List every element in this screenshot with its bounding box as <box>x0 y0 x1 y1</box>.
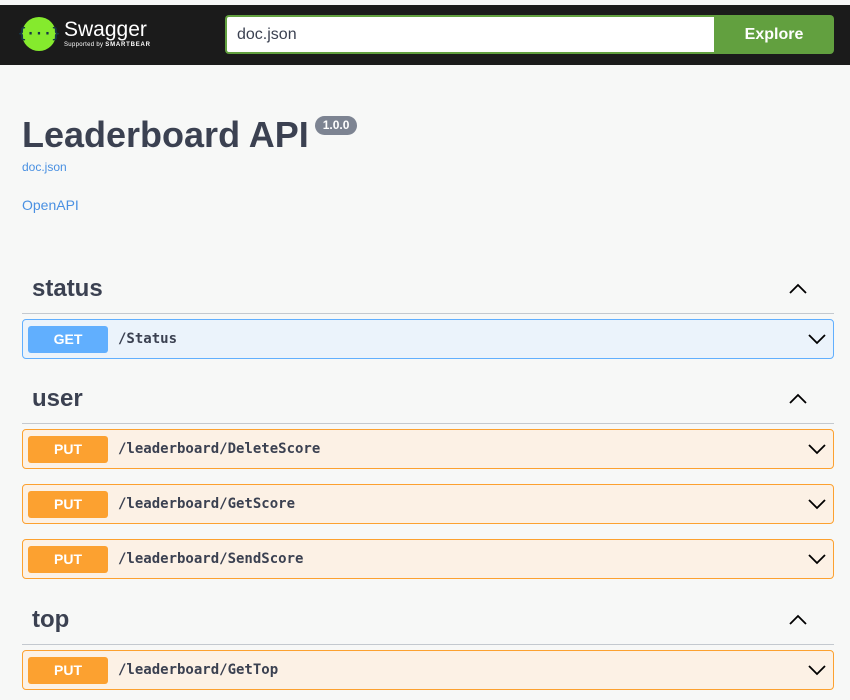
operation-put-getscore[interactable]: PUT /leaderboard/GetScore <box>22 484 834 524</box>
operation-path: /leaderboard/GetScore <box>118 496 296 512</box>
tag-header-user[interactable]: user <box>22 375 834 424</box>
tag-name: status <box>32 275 103 302</box>
chevron-down-icon[interactable] <box>808 333 826 345</box>
chevron-up-icon[interactable] <box>788 614 808 626</box>
operation-put-sendscore[interactable]: PUT /leaderboard/SendScore <box>22 539 834 579</box>
logo-name: Swagger <box>64 18 147 41</box>
logo-tagline-brand: SMARTBEAR <box>105 42 151 48</box>
logo-tagline-prefix: Supported by <box>64 42 104 48</box>
operation-path: /leaderboard/SendScore <box>118 551 304 567</box>
method-badge: PUT <box>28 435 108 463</box>
chevron-up-icon[interactable] <box>788 283 808 295</box>
method-badge: PUT <box>28 656 108 684</box>
spec-url-form: Explore <box>225 15 834 54</box>
title-row: Leaderboard API 1.0.0 <box>22 114 358 155</box>
page-title: Leaderboard API <box>22 114 309 155</box>
tag-header-top[interactable]: top <box>22 596 834 645</box>
chevron-down-icon[interactable] <box>808 498 826 510</box>
logo-text: Swagger Supported by SMARTBEAR <box>64 19 151 49</box>
tag-name: top <box>32 606 70 633</box>
api-info: Leaderboard API 1.0.0 <box>22 114 358 155</box>
spec-url-input[interactable] <box>225 15 714 54</box>
tag-header-status[interactable]: status <box>22 265 834 314</box>
explore-button[interactable]: Explore <box>714 15 834 54</box>
operation-get-status[interactable]: GET /Status <box>22 319 834 359</box>
operation-path: /leaderboard/DeleteScore <box>118 441 321 457</box>
chevron-down-icon[interactable] <box>808 553 826 565</box>
logo-tagline: Supported by SMARTBEAR <box>64 41 151 49</box>
openapi-link[interactable]: OpenAPI <box>22 197 79 213</box>
chevron-down-icon[interactable] <box>808 443 826 455</box>
method-badge: GET <box>28 325 108 353</box>
version-badge: 1.0.0 <box>314 116 358 135</box>
swagger-logo-icon: {···} <box>18 17 60 51</box>
chevron-up-icon[interactable] <box>788 393 808 405</box>
tag-name: user <box>32 385 83 412</box>
swagger-logo[interactable]: {···} Swagger Supported by SMARTBEAR <box>18 14 151 54</box>
method-badge: PUT <box>28 545 108 573</box>
method-badge: PUT <box>28 490 108 518</box>
operation-put-deletescore[interactable]: PUT /leaderboard/DeleteScore <box>22 429 834 469</box>
operation-path: /Status <box>118 331 178 347</box>
topbar: {···} Swagger Supported by SMARTBEAR Exp… <box>0 5 850 65</box>
chevron-down-icon[interactable] <box>808 664 826 676</box>
operation-path: /leaderboard/GetTop <box>118 662 279 678</box>
operation-put-gettop[interactable]: PUT /leaderboard/GetTop <box>22 650 834 690</box>
spec-link[interactable]: doc.json <box>22 160 67 174</box>
